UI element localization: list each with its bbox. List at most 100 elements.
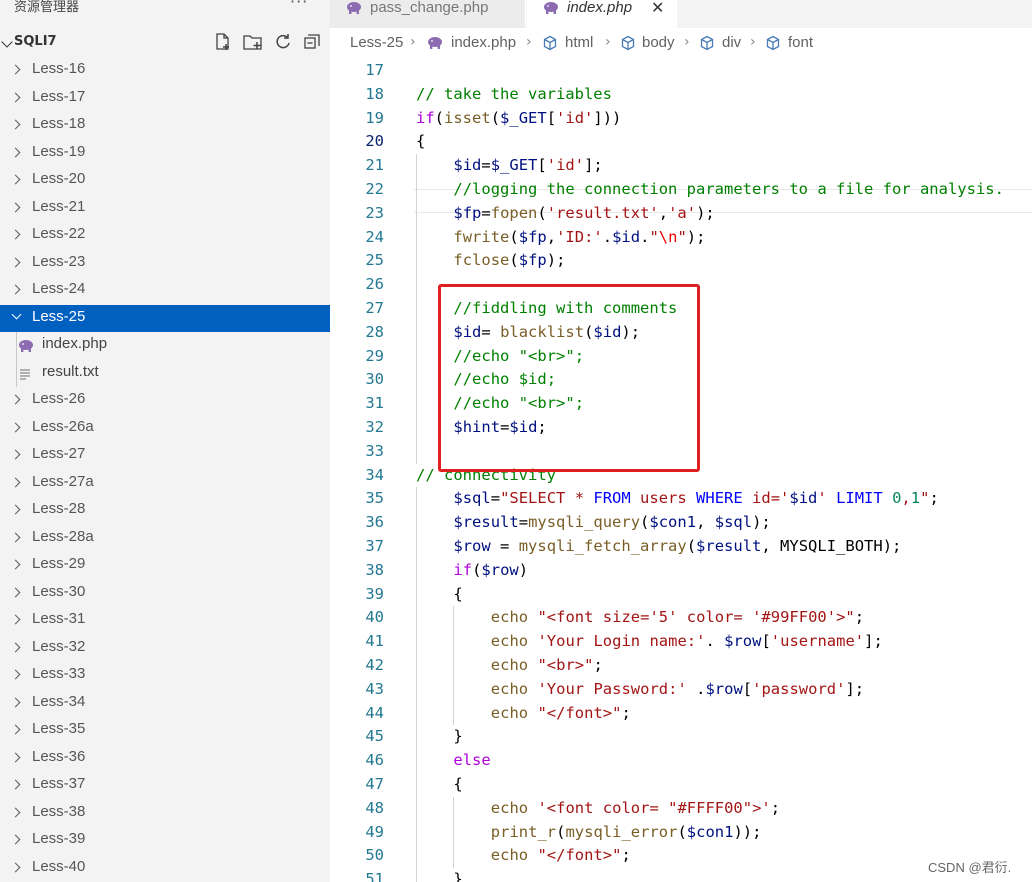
breadcrumb-html[interactable]: html xyxy=(565,34,593,51)
code-token: ( xyxy=(640,513,650,532)
tree-folder-label: Less-19 xyxy=(32,142,86,160)
tree-folder-less-28a[interactable]: Less-28a xyxy=(0,525,330,553)
tree-folder-less-35[interactable]: Less-35 xyxy=(0,717,330,745)
breadcrumb-div[interactable]: div xyxy=(722,34,741,51)
tree-folder-less-36[interactable]: Less-36 xyxy=(0,745,330,773)
code-token: [ xyxy=(742,679,753,698)
tree-folder-less-26[interactable]: Less-26 xyxy=(0,387,330,415)
code-line: 23 $fp=fopen('result.txt','a'); xyxy=(330,201,1032,226)
collapse-all-icon[interactable] xyxy=(302,32,322,52)
code-token: id=' xyxy=(742,489,790,508)
more-actions-button[interactable]: ··· xyxy=(290,0,308,11)
code-line: 43 echo 'Your Password:' .$row['password'… xyxy=(330,677,1032,702)
tree-folder-less-31[interactable]: Less-31 xyxy=(0,607,330,635)
code-token: ; xyxy=(770,798,781,817)
tree-folder-less-27[interactable]: Less-27 xyxy=(0,442,330,470)
tree-folder-less-38[interactable]: Less-38 xyxy=(0,800,330,828)
tree-folder-less-16[interactable]: Less-16 xyxy=(0,57,330,85)
code-token: fwrite xyxy=(453,227,510,246)
tree-folder-less-23[interactable]: Less-23 xyxy=(0,250,330,278)
code-line: 45} xyxy=(330,725,1032,750)
code-token: [ xyxy=(537,156,547,175)
line-number: 35 xyxy=(365,489,384,508)
indent-guide xyxy=(416,773,417,797)
tree-folder-less-22[interactable]: Less-22 xyxy=(0,222,330,250)
code-token: ); xyxy=(686,227,706,246)
tab-label: index.php xyxy=(567,0,633,16)
close-icon[interactable]: ✕ xyxy=(651,0,664,17)
code-token: ( xyxy=(677,822,687,841)
line-number: 45 xyxy=(365,727,384,746)
line-number: 25 xyxy=(365,251,384,270)
code-token: { xyxy=(453,775,463,793)
workspace-folder-header[interactable]: SQLI7 xyxy=(0,30,330,54)
code-token: = xyxy=(518,513,529,532)
indent-guide xyxy=(416,344,417,369)
tab-pass-change[interactable]: pass_change.php xyxy=(330,0,526,28)
tree-folder-less-39[interactable]: Less-39 xyxy=(0,827,330,855)
new-folder-icon[interactable] xyxy=(242,32,262,52)
tree-folder-less-32[interactable]: Less-32 xyxy=(0,635,330,663)
breadcrumb-font[interactable]: font xyxy=(788,34,813,51)
tree-folder-less-30[interactable]: Less-30 xyxy=(0,580,330,608)
line-number: 47 xyxy=(365,775,384,793)
tree-folder-less-37[interactable]: Less-37 xyxy=(0,772,330,800)
breadcrumb-body[interactable]: body xyxy=(642,34,675,51)
tree-folder-less-33[interactable]: Less-33 xyxy=(0,662,330,690)
code-text: { xyxy=(453,775,462,793)
line-number: 43 xyxy=(365,679,384,698)
tree-folder-label: Less-33 xyxy=(32,665,86,682)
code-token: 'id' xyxy=(546,156,585,175)
watermark: CSDN @君衍. xyxy=(928,860,1012,875)
code-line: 21 $id=$_GET['id']; xyxy=(330,154,1032,178)
indent-guide xyxy=(416,606,417,631)
chevron-right-icon: › xyxy=(605,34,611,50)
indent-guide xyxy=(416,392,417,416)
breadcrumb-file[interactable]: index.php xyxy=(451,34,516,51)
tree-file-result-txt[interactable]: result.txt xyxy=(0,359,330,387)
code-token: $con1 xyxy=(649,513,697,532)
tree-folder-less-29[interactable]: Less-29 xyxy=(0,552,330,580)
tree-folder-label: Less-36 xyxy=(32,747,86,765)
code-text: $fp=fopen('result.txt','a'); xyxy=(453,204,714,222)
code-token: ; xyxy=(929,489,939,508)
code-token: LIMIT xyxy=(836,489,883,508)
tab-index-php[interactable]: index.php ✕ xyxy=(527,0,677,28)
tree-folder-less-34[interactable]: Less-34 xyxy=(0,690,330,718)
tree-folder-less-21[interactable]: Less-21 xyxy=(0,195,330,223)
code-text: if(isset($_GET['id'])) xyxy=(416,109,621,127)
new-file-icon[interactable] xyxy=(212,32,232,52)
chevron-right-icon: › xyxy=(526,34,532,50)
code-text: } xyxy=(453,727,462,745)
tree-folder-label: Less-24 xyxy=(32,280,86,297)
explorer-sidebar: 资源管理器 ··· SQLI7 Less-16 Less-17 Less-18 Les… xyxy=(0,0,330,882)
chevron-right-icon xyxy=(10,614,21,625)
tree-folder-less-25[interactable]: Less-25 xyxy=(0,304,330,332)
tree-folder-less-20[interactable]: Less-20 xyxy=(0,167,330,195)
code-token: ( xyxy=(490,108,501,127)
indent-guide xyxy=(416,844,417,869)
tree-folder-less-26a[interactable]: Less-26a xyxy=(0,415,330,443)
tree-folder-label: Less-17 xyxy=(32,87,86,105)
tree-folder-less-19[interactable]: Less-19 xyxy=(0,140,330,168)
tree-folder-less-27a[interactable]: Less-27a xyxy=(0,470,330,498)
code-token: ; xyxy=(593,656,603,674)
refresh-icon[interactable] xyxy=(273,32,293,52)
breadcrumb-folder[interactable]: Less-25 xyxy=(350,34,403,51)
php-elephant-icon xyxy=(427,35,443,54)
code-token: ( xyxy=(509,251,519,270)
tree-folder-less-18[interactable]: Less-18 xyxy=(0,112,330,140)
indent-guide xyxy=(416,297,417,321)
code-token: ) xyxy=(518,560,529,579)
tree-folder-less-17[interactable]: Less-17 xyxy=(0,85,330,113)
tree-file-index-php[interactable]: index.php xyxy=(0,332,330,360)
code-token: ); xyxy=(696,203,715,222)
code-token: ( xyxy=(509,227,519,246)
tree-folder-less-24[interactable]: Less-24 xyxy=(0,277,330,305)
code-token: fclose xyxy=(453,251,510,270)
tree-folder-less-40[interactable]: Less-40 xyxy=(0,855,330,882)
code-token: fopen xyxy=(490,203,538,222)
tree-folder-less-28[interactable]: Less-28 xyxy=(0,497,330,525)
code-token: ]; xyxy=(845,679,865,698)
code-token: = xyxy=(490,489,501,508)
